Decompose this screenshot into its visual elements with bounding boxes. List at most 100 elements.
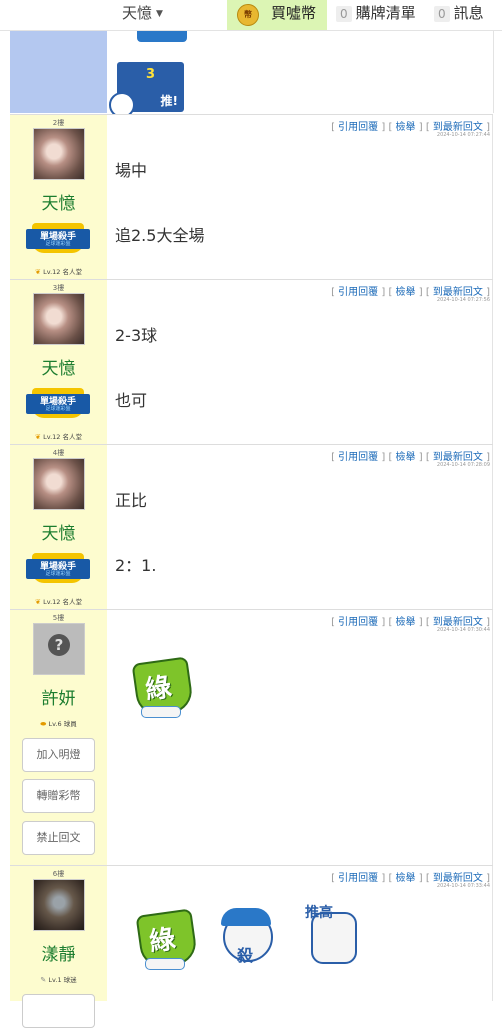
level-medal-icon: ❦: [35, 433, 44, 441]
avatar[interactable]: ?: [33, 623, 85, 675]
user-level: ❦ Lv.12 名人堂: [10, 431, 107, 441]
sticker-char: 殺: [237, 946, 254, 965]
post-actions: [ 引用回覆 ] [ 檢舉 ] [ 到最新回文 ]: [331, 617, 490, 628]
badge-subtitle: 足球運彩盤: [45, 406, 71, 412]
sticker-char: 綠: [143, 672, 174, 706]
killer-badge: 單場殺手 足球運彩盤: [26, 223, 90, 255]
avatar[interactable]: [33, 128, 85, 180]
floor-number: 3樓: [52, 284, 65, 292]
buy-coins-label: 買噓幣: [271, 4, 317, 22]
username[interactable]: 許妍: [10, 684, 107, 709]
cart-label: 購牌清單: [355, 4, 416, 22]
caret-down-icon: ▼: [156, 9, 163, 19]
user-level-text: Lv.12 名人堂: [43, 598, 82, 606]
post-text-line: 2：1.: [115, 556, 157, 575]
post-sidebar: 6樓 漾靜 ✎ Lv.1 球迷: [10, 866, 107, 1028]
post-text-line: 追2.5大全場: [115, 226, 205, 245]
username[interactable]: 漾靜: [10, 940, 107, 965]
add-mingdeng-button[interactable]: [22, 994, 95, 1028]
quote-reply-link[interactable]: 引用回覆: [338, 122, 378, 133]
quote-reply-link[interactable]: 引用回覆: [338, 873, 378, 884]
user-level: ⬬ Lv.6 球員: [10, 718, 107, 729]
user-level-text: Lv.12 名人堂: [43, 433, 82, 441]
user-level: ❦ Lv.12 名人堂: [10, 596, 107, 606]
post-floor-5: 5樓 ? 許妍 ⬬ Lv.6 球員 加入明燈 轉贈彩幣 禁止回文 [ 引用回覆 …: [10, 609, 493, 866]
post-floor-3: 3樓 天憶 單場殺手 足球運彩盤 ❦ Lv.12 名人堂 [ 引用回覆 ] [ …: [10, 279, 493, 445]
username[interactable]: 天憶: [10, 354, 107, 379]
floor-number: 6樓: [52, 870, 65, 878]
badge-subtitle: 足球運彩盤: [45, 571, 71, 577]
killer-badge: 單場殺手 足球運彩盤: [26, 388, 90, 420]
post-floor-6: 6樓 漾靜 ✎ Lv.1 球迷 [ 引用回覆 ] [ 檢舉 ] [ 到最新回文 …: [10, 865, 493, 1028]
level-medal-icon: ❦: [35, 268, 44, 276]
avatar[interactable]: [33, 458, 85, 510]
user-menu[interactable]: 天憶 ▼: [122, 2, 163, 23]
user-level: ✎ Lv.1 球迷: [10, 974, 107, 984]
post-actions: [ 引用回覆 ] [ 檢舉 ] [ 到最新回文 ]: [331, 122, 490, 133]
push-sticker-text: 推!: [160, 94, 178, 108]
gift-coins-button[interactable]: 轉贈彩幣: [22, 779, 95, 813]
post-content: [ 引用回覆 ] [ 檢舉 ] [ 到最新回文 ] 2024-10-14 07:…: [107, 445, 493, 610]
messages-count: 0: [434, 6, 450, 22]
floor-number: 4樓: [52, 449, 65, 457]
user-menu-name: 天憶: [122, 4, 153, 22]
question-mark-icon: ?: [48, 634, 70, 656]
post-timestamp: 2024-10-14 07:33:44: [436, 883, 490, 889]
messages-link[interactable]: 0 訊息: [434, 2, 484, 23]
post-timestamp: 2024-10-14 07:27:44: [436, 132, 490, 138]
post-floor-2: 2樓 天憶 單場殺手 足球運彩盤 ❦ Lv.12 名人堂 [ 引用回覆 ] [ …: [10, 114, 493, 280]
cart-link[interactable]: 0 購牌清單: [336, 2, 416, 23]
push-high-sticker: 推高: [303, 902, 361, 964]
post-text-line: 也可: [115, 391, 148, 410]
top-navbar: 天憶 ▼ 幣 買噓幣 0 購牌清單 0 訊息: [0, 0, 502, 31]
quote-reply-link[interactable]: 引用回覆: [338, 617, 378, 628]
avatar[interactable]: [33, 293, 85, 345]
add-mingdeng-button[interactable]: 加入明燈: [22, 738, 95, 772]
green-sticker: 綠: [135, 908, 199, 970]
user-level-text: Lv.6 球員: [48, 720, 77, 728]
killer-badge: 單場殺手 足球運彩盤: [26, 553, 90, 585]
report-link[interactable]: 檢舉: [396, 873, 416, 884]
cart-count: 0: [336, 6, 352, 22]
floor-number: 2樓: [52, 119, 65, 127]
post-actions: [ 引用回覆 ] [ 檢舉 ] [ 到最新回文 ]: [331, 873, 490, 884]
kill-sticker: 殺: [217, 908, 275, 968]
report-link[interactable]: 檢舉: [396, 287, 416, 298]
report-link[interactable]: 檢舉: [396, 617, 416, 628]
green-sticker: 綠: [131, 656, 195, 718]
quote-reply-link[interactable]: 引用回覆: [338, 452, 378, 463]
sticker-char: 推高: [305, 905, 333, 921]
post-content: [ 引用回覆 ] [ 檢舉 ] [ 到最新回文 ] 2024-10-14 07:…: [107, 280, 493, 445]
messages-label: 訊息: [453, 4, 484, 22]
post-actions: [ 引用回覆 ] [ 檢舉 ] [ 到最新回文 ]: [331, 452, 490, 463]
post-timestamp: 2024-10-14 07:27:56: [436, 297, 490, 303]
avatar[interactable]: [33, 879, 85, 931]
report-link[interactable]: 檢舉: [396, 122, 416, 133]
post-sidebar: 2樓 天憶 單場殺手 足球運彩盤 ❦ Lv.12 名人堂: [10, 115, 107, 280]
quote-reply-link[interactable]: 引用回覆: [338, 287, 378, 298]
post-timestamp: 2024-10-14 07:28:09: [436, 462, 490, 468]
post-actions: [ 引用回覆 ] [ 檢舉 ] [ 到最新回文 ]: [331, 287, 490, 298]
coin-icon: 幣: [237, 4, 259, 26]
username[interactable]: 天憶: [10, 189, 107, 214]
level-medal-icon: ❦: [35, 598, 44, 606]
post-content: [ 引用回覆 ] [ 檢舉 ] [ 到最新回文 ] 2024-10-14 07:…: [107, 610, 493, 866]
sticker-partial: [137, 30, 187, 42]
post-text-line: 2-3球: [115, 326, 158, 345]
post-sidebar: 4樓 天憶 單場殺手 足球運彩盤 ❦ Lv.12 名人堂: [10, 445, 107, 610]
post-floor-4: 4樓 天憶 單場殺手 足球運彩盤 ❦ Lv.12 名人堂 [ 引用回覆 ] [ …: [10, 444, 493, 610]
username[interactable]: 天憶: [10, 519, 107, 544]
report-link[interactable]: 檢舉: [396, 452, 416, 463]
user-level-text: Lv.12 名人堂: [43, 268, 82, 276]
post-sidebar: 5樓 ? 許妍 ⬬ Lv.6 球員 加入明燈 轉贈彩幣 禁止回文: [10, 610, 107, 866]
post-timestamp: 2024-10-14 07:30:44: [436, 627, 490, 633]
post-content: [ 引用回覆 ] [ 檢舉 ] [ 到最新回文 ] 2024-10-14 07:…: [107, 866, 493, 1001]
buy-coins-button[interactable]: 幣 買噓幣: [227, 0, 327, 30]
post-sidebar: 3樓 天憶 單場殺手 足球運彩盤 ❦ Lv.12 名人堂: [10, 280, 107, 445]
floor-number: 5樓: [52, 614, 65, 622]
post-text-line: 正比: [115, 491, 148, 510]
sticker-char: 綠: [147, 924, 178, 958]
user-level-text: Lv.1 球迷: [48, 976, 77, 984]
block-reply-button[interactable]: 禁止回文: [22, 821, 95, 855]
push-sticker: 3 推!: [109, 62, 184, 118]
